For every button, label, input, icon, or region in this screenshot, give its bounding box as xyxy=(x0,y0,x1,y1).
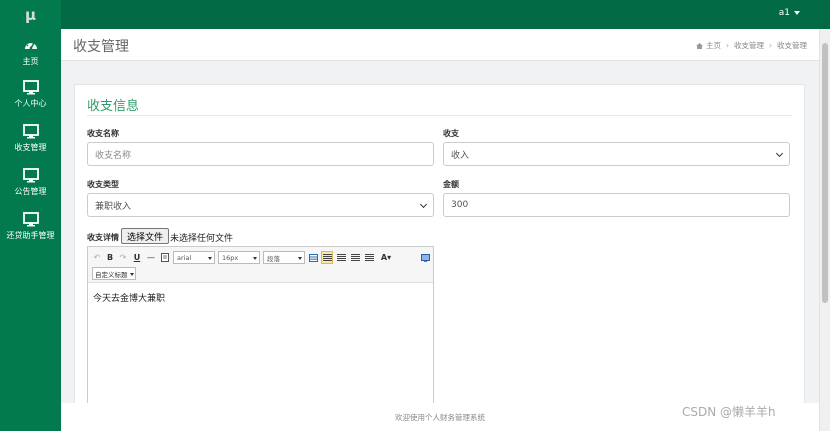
scrollbar-thumb[interactable] xyxy=(822,43,828,303)
home-icon xyxy=(696,43,703,49)
category-select[interactable]: 兼职收入 xyxy=(87,193,434,217)
breadcrumb-section[interactable]: 收支管理 xyxy=(734,41,764,50)
undo-icon[interactable]: ↶ xyxy=(92,251,102,264)
amount-input[interactable]: 300 xyxy=(443,193,790,217)
watermark: CSDN @懒羊羊h xyxy=(682,405,776,419)
logo: μ xyxy=(24,5,37,24)
amount-label: 金额 xyxy=(443,180,459,189)
redo-icon[interactable]: ↷ xyxy=(118,251,128,264)
align-right-icon[interactable] xyxy=(350,251,361,264)
sidebar-item-loan-assistant[interactable]: 还贷助手管理 xyxy=(0,211,61,255)
category-select-value: 兼职收入 xyxy=(95,201,132,212)
breadcrumb: 主页 › 收支管理 › 收支管理 xyxy=(696,40,807,51)
rich-text-editor: ↶ B ↷ U — arial 16px 段落 A▾ 自定义标题 今天去金博大兼… xyxy=(87,246,434,414)
sidebar-item-label: 收支管理 xyxy=(14,143,47,152)
align-left-icon[interactable] xyxy=(321,251,333,264)
horizontal-rule-icon[interactable]: — xyxy=(146,251,156,264)
panel-title: 收支信息 xyxy=(87,99,140,114)
detail-label: 收支详情 xyxy=(87,233,119,242)
scrollbar[interactable] xyxy=(819,29,830,431)
divider xyxy=(87,115,792,116)
editor-toolbar: ↶ B ↷ U — arial 16px 段落 A▾ 自定义标题 xyxy=(88,247,433,283)
sidebar-item-label: 公告管理 xyxy=(14,187,47,196)
sidebar-item-label: 还贷助手管理 xyxy=(6,231,55,240)
monitor-icon xyxy=(0,123,61,139)
font-color-icon[interactable]: A▾ xyxy=(378,251,394,264)
breadcrumb-home[interactable]: 主页 xyxy=(706,41,721,50)
type-select-value: 收入 xyxy=(451,150,470,161)
align-center-icon[interactable] xyxy=(336,251,347,264)
table-icon[interactable] xyxy=(308,251,319,264)
custom-title-dropdown[interactable] xyxy=(129,267,136,280)
page-header: 收支管理 主页 › 收支管理 › 收支管理 xyxy=(61,29,819,61)
clear-format-icon[interactable] xyxy=(160,251,170,264)
sidebar-item-label: 个人中心 xyxy=(14,99,47,108)
custom-title-select[interactable]: 自定义标题 xyxy=(92,267,130,280)
chevron-right-icon: › xyxy=(769,41,772,50)
chevron-down-icon xyxy=(775,149,784,158)
chevron-down-icon xyxy=(419,200,428,209)
type-label: 收支 xyxy=(443,129,459,138)
name-input[interactable]: 收支名称 xyxy=(87,142,434,166)
align-justify-icon[interactable] xyxy=(364,251,375,264)
sidebar-item-home[interactable]: 主页 xyxy=(0,37,61,81)
sidebar-item-personal-center[interactable]: 个人中心 xyxy=(0,79,61,123)
underline-icon[interactable]: U xyxy=(132,251,142,264)
monitor-icon xyxy=(0,79,61,95)
sidebar-item-announcements[interactable]: 公告管理 xyxy=(0,167,61,211)
dashboard-icon xyxy=(0,37,61,53)
editor-content[interactable]: 今天去金博大兼职 xyxy=(93,291,165,304)
username: a1 xyxy=(778,8,790,18)
font-size-select[interactable]: 16px xyxy=(218,251,260,264)
preview-icon[interactable] xyxy=(420,251,430,264)
category-label: 收支类型 xyxy=(87,180,119,189)
monitor-icon xyxy=(0,211,61,227)
choose-file-button[interactable]: 选择文件 xyxy=(121,228,170,244)
file-status: 未选择任何文件 xyxy=(170,234,234,244)
top-bar: a1 xyxy=(0,0,830,29)
paragraph-select[interactable]: 段落 xyxy=(263,251,305,264)
type-select[interactable]: 收入 xyxy=(443,142,790,166)
caret-down-icon xyxy=(794,10,800,15)
monitor-icon xyxy=(0,167,61,183)
page-title: 收支管理 xyxy=(73,39,129,55)
chevron-right-icon: › xyxy=(726,41,729,50)
name-label: 收支名称 xyxy=(87,129,119,138)
font-family-select[interactable]: arial xyxy=(173,251,215,264)
sidebar-item-label: 主页 xyxy=(22,57,39,66)
breadcrumb-current: 收支管理 xyxy=(777,41,807,50)
user-menu[interactable]: a1 xyxy=(779,8,800,18)
sidebar-item-finance[interactable]: 收支管理 xyxy=(0,123,61,167)
bold-icon[interactable]: B xyxy=(105,251,115,264)
sidebar: μ 主页 个人中心 收支管理 公告管理 还贷助手管理 xyxy=(0,0,61,431)
